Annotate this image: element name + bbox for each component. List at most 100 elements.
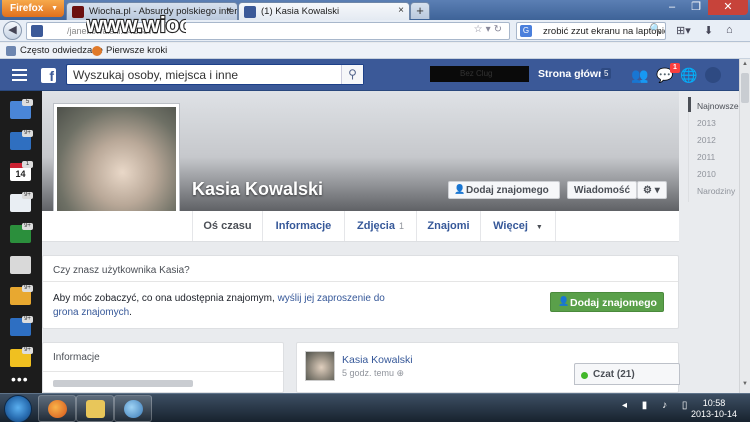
dock-badge: 9+ <box>22 347 33 354</box>
search-icon[interactable]: 🔍 <box>650 24 662 35</box>
friend-requests-icon[interactable]: 👥 <box>631 66 649 84</box>
minimize-button[interactable]: – <box>660 0 684 15</box>
search-engine-icon: G <box>520 25 532 37</box>
year-recent[interactable]: Najnowsze <box>697 101 739 111</box>
post-time[interactable]: 5 godz. temu ⊕ <box>342 368 404 379</box>
divider <box>43 371 283 372</box>
maximize-button[interactable]: ❐ <box>684 0 708 15</box>
redacted-profile-link[interactable]: Bez Clug <box>430 66 529 82</box>
year-2011[interactable]: 2011 <box>697 152 715 162</box>
know-text-after: . <box>129 307 132 318</box>
scrollbar-thumb[interactable] <box>741 73 749 103</box>
start-button[interactable] <box>4 395 32 422</box>
new-tab-button[interactable]: + <box>410 2 430 19</box>
clock-date: 2013-10-14 <box>690 409 738 419</box>
hamburger-menu-icon[interactable] <box>12 69 27 81</box>
year-2013[interactable]: 2013 <box>697 118 716 128</box>
profile-name[interactable]: Kasia Kowalski <box>192 179 323 200</box>
browser-titlebar: Firefox ▼ Wiocha.pl - Absurdy polskiego i… <box>0 0 750 20</box>
post-avatar[interactable] <box>305 351 335 381</box>
download-icon[interactable]: ⬇ <box>704 24 713 37</box>
firefox-icon <box>92 46 102 56</box>
bookmark-label: Pierwsze kroki <box>106 45 168 56</box>
tab-about[interactable]: Informacje <box>262 211 344 241</box>
info-panel: Informacje <box>42 342 284 393</box>
divider <box>43 281 678 282</box>
browser-navbar: ◀ /janekowalski.1426876 ☆▾↻ G zrobić zzu… <box>0 20 750 42</box>
tab-wiocha[interactable]: Wiocha.pl - Absurdy polskiego intern... … <box>66 2 238 20</box>
gear-icon: ⚙ ▾ <box>643 185 660 196</box>
tab-photos[interactable]: Zdjęcia 1 <box>344 211 416 241</box>
info-heading[interactable]: Informacje <box>53 352 100 363</box>
clock-time: 10:58 <box>702 398 726 408</box>
message-label: Wiadomość <box>574 185 631 196</box>
add-friend-label: Dodaj znajomego <box>466 185 549 196</box>
taskbar-firefox[interactable] <box>38 395 76 422</box>
year-2012[interactable]: 2012 <box>697 135 716 145</box>
post-author[interactable]: Kasia Kowalski <box>342 354 413 366</box>
tab-timeline[interactable]: Oś czasu <box>192 211 262 241</box>
search-input[interactable]: G zrobić zzut ekranu na laptopie 🔍 <box>516 22 666 40</box>
tab-facebook[interactable]: (1) Kasia Kowalski × <box>238 2 410 20</box>
dock-badge: 9+ <box>22 130 33 137</box>
post-time-text: 5 godz. temu <box>342 368 395 378</box>
year-2010[interactable]: 2010 <box>697 169 716 179</box>
tab-label: Informacje <box>275 220 332 232</box>
facebook-search-input[interactable]: Wyszukaj osoby, miejsca i inne ⚲ <box>66 64 364 85</box>
dock-badge: 9+ <box>22 192 33 199</box>
tab-more[interactable]: Więcej ▼ <box>480 211 556 241</box>
close-tab-icon[interactable]: × <box>226 5 232 16</box>
facebook-logo-icon[interactable]: f <box>41 68 56 84</box>
account-menu-icon[interactable] <box>705 67 721 83</box>
year-born[interactable]: Narodziny <box>697 186 735 196</box>
clock[interactable]: 10:58 2013-10-14 <box>688 398 740 420</box>
add-friend-green-button[interactable]: 👤 Dodaj znajomego <box>550 292 664 312</box>
chevron-down-icon: ▼ <box>535 224 543 231</box>
chat-tab[interactable]: Czat (21) <box>574 363 680 385</box>
dock-badge: 9+ <box>22 316 33 323</box>
notifications-globe-icon[interactable]: 🌐 <box>680 66 698 84</box>
message-button[interactable]: Wiadomość <box>567 181 637 199</box>
redacted-text: Bez Clug <box>460 69 493 78</box>
online-dot-icon <box>581 372 588 379</box>
add-friend-button[interactable]: 👤 Dodaj znajomego <box>448 181 560 199</box>
scroll-up-icon[interactable]: ▲ <box>742 61 748 67</box>
address-bar[interactable]: /janekowalski.1426876 ☆▾↻ <box>26 22 510 40</box>
know-description: Aby móc zobaczyć, co ona udostępnia znaj… <box>53 292 413 320</box>
bookmark-getting-started[interactable]: Pierwsze kroki <box>92 45 167 56</box>
page-scrollbar[interactable]: ▲ ▼ <box>739 59 750 393</box>
options-button[interactable]: ⚙ ▾ <box>637 181 667 199</box>
more-dots-icon[interactable]: ••• <box>11 371 29 387</box>
app-dock: 5 9+ 14 1 9+ 9+ 9+ 9+ 9+ ••• <box>0 91 42 393</box>
dock-calculator-icon[interactable] <box>10 256 31 274</box>
system-tray[interactable]: ◂ ▮ ♪ ▯ <box>622 400 693 411</box>
search-value: zrobić zzut ekranu na laptopie <box>543 26 666 37</box>
close-window-button[interactable]: ✕ <box>708 0 748 15</box>
close-tab-icon[interactable]: × <box>398 5 404 16</box>
tab-friends[interactable]: Znajomi <box>416 211 480 241</box>
bookmarks-menu-icon[interactable]: ⊞▾ <box>676 24 691 37</box>
taskbar-explorer[interactable] <box>76 395 114 422</box>
taskbar-paint[interactable] <box>114 395 152 422</box>
profile-photo <box>57 107 176 226</box>
address-controls[interactable]: ☆▾↻ <box>474 24 505 35</box>
bookmark-most-visited[interactable]: Często odwiedzane <box>6 45 103 56</box>
bookmark-label: Często odwiedzane <box>20 45 103 56</box>
dock-badge: 1 <box>22 161 33 168</box>
home-count-badge: 5 <box>601 68 612 79</box>
dock-badge: 9+ <box>22 223 33 230</box>
windows-taskbar: ◂ ▮ ♪ ▯ 10:58 2013-10-14 <box>0 393 750 422</box>
add-friend-label: Dodaj znajomego <box>570 297 657 309</box>
dock-badge: 5 <box>22 99 33 106</box>
year-line <box>688 112 689 202</box>
scroll-down-icon[interactable]: ▼ <box>742 381 748 387</box>
tab-label: Zdjęcia <box>357 220 395 232</box>
home-icon[interactable]: ⌂ <box>726 24 733 36</box>
firefox-menu-button[interactable]: Firefox ▼ <box>2 0 64 17</box>
bookmark-folder-icon <box>6 46 16 56</box>
search-icon[interactable]: ⚲ <box>341 65 363 84</box>
year-indicator <box>688 97 691 112</box>
home-link[interactable]: Strona główna <box>538 68 610 80</box>
back-arrow-icon[interactable]: ◀ <box>3 21 22 40</box>
facebook-header: f Wyszukaj osoby, miejsca i inne ⚲ Bez C… <box>0 59 750 91</box>
